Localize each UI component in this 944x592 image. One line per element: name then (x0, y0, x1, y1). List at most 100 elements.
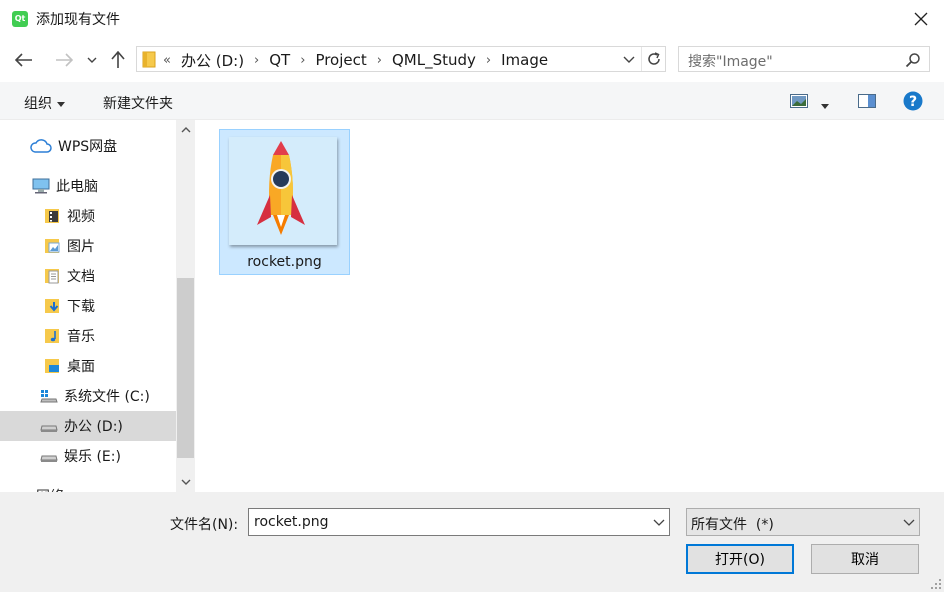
refresh-button[interactable] (641, 47, 665, 71)
back-button[interactable] (12, 48, 36, 72)
open-button[interactable]: 打开(O) (686, 544, 794, 574)
sidebar-item-label: 文档 (67, 269, 95, 285)
chevron-down-icon (623, 56, 635, 63)
scroll-down-button[interactable] (176, 472, 195, 492)
title-bar: Qt 添加现有文件 (0, 0, 944, 38)
view-options-button[interactable] (790, 94, 808, 112)
arrow-right-icon (56, 53, 73, 67)
search-input[interactable]: 搜索"Image" (678, 46, 930, 72)
breadcrumb-image[interactable]: Image (497, 51, 552, 69)
address-history-dropdown[interactable] (619, 49, 639, 69)
downloads-folder-icon (43, 298, 61, 314)
close-icon (914, 12, 928, 26)
sidebar-item-videos[interactable]: 视频 (0, 201, 176, 231)
documents-folder-icon (43, 268, 61, 284)
breadcrumb-qml-study[interactable]: QML_Study (388, 51, 480, 69)
folder-icon (142, 51, 156, 68)
sidebar-item-music[interactable]: 音乐 (0, 321, 176, 351)
view-dropdown-button[interactable] (821, 98, 829, 114)
qt-app-icon: Qt (12, 11, 28, 27)
sidebar-item-label: 系统文件 (C:) (64, 389, 150, 405)
breadcrumb-project[interactable]: Project (311, 51, 370, 69)
drive-icon (40, 448, 58, 464)
sidebar-item-label: 办公 (D:) (64, 419, 123, 435)
system-drive-icon (40, 388, 58, 404)
organize-button[interactable]: 组织 (24, 93, 65, 113)
navigation-pane: WPS网盘 此电脑 视频 图片 文档 下载 音乐 桌面 系统文件 (C:) 办公… (0, 120, 176, 492)
sidebar-item-label: 图片 (67, 239, 95, 255)
file-type-select[interactable]: 所有文件 (*) (686, 508, 920, 536)
sidebar-item-drive-c[interactable]: 系统文件 (C:) (0, 381, 176, 411)
caret-down-icon (821, 103, 829, 109)
sidebar-item-drive-d[interactable]: 办公 (D:) (0, 411, 176, 441)
refresh-icon (647, 52, 660, 65)
preview-pane-button[interactable] (858, 94, 876, 112)
sidebar-scrollbar[interactable] (176, 120, 195, 492)
sidebar-item-drive-e[interactable]: 娱乐 (E:) (0, 441, 176, 471)
sidebar-item-wps-cloud[interactable]: WPS网盘 (0, 131, 176, 161)
sidebar-item-desktop[interactable]: 桌面 (0, 351, 176, 381)
sidebar-item-label: WPS网盘 (58, 139, 118, 155)
file-list-area[interactable]: rocket.png (195, 120, 944, 492)
drive-icon (40, 418, 58, 434)
filename-label: 文件名(N): (170, 517, 239, 533)
forward-button[interactable] (52, 48, 76, 72)
address-bar[interactable]: « 办公 (D:) › QT › Project › QML_Study › I… (136, 46, 666, 72)
breadcrumb-qt[interactable]: QT (265, 51, 294, 69)
chevron-down-icon (181, 479, 190, 485)
breadcrumb-separator[interactable]: › (371, 53, 388, 68)
desktop-folder-icon (43, 358, 61, 374)
recent-locations-button[interactable] (82, 48, 102, 72)
dialog-footer: 文件名(N): rocket.png 所有文件 (*) 打开(O) 取消 (0, 492, 944, 592)
sidebar-item-documents[interactable]: 文档 (0, 261, 176, 291)
sidebar-item-this-pc[interactable]: 此电脑 (0, 171, 176, 201)
breadcrumb-separator[interactable]: › (294, 53, 311, 68)
file-item-rocket[interactable]: rocket.png (219, 129, 350, 275)
sidebar-item-label: 娱乐 (E:) (64, 449, 121, 465)
breadcrumb-drive-d[interactable]: 办公 (D:) (177, 50, 248, 71)
arrow-up-icon (111, 51, 125, 68)
help-button[interactable]: ? (903, 91, 923, 115)
scroll-thumb[interactable] (177, 278, 194, 458)
file-name-label: rocket.png (247, 254, 322, 270)
sidebar-item-label: 视频 (67, 209, 95, 225)
rocket-icon (257, 141, 305, 235)
search-icon (905, 53, 920, 68)
up-button[interactable] (106, 48, 130, 72)
cancel-button[interactable]: 取消 (811, 544, 919, 574)
scroll-up-button[interactable] (176, 120, 195, 140)
new-folder-button[interactable]: 新建文件夹 (103, 93, 173, 113)
close-button[interactable] (898, 0, 944, 38)
breadcrumb-separator[interactable]: › (480, 53, 497, 68)
sidebar-item-downloads[interactable]: 下载 (0, 291, 176, 321)
breadcrumb-overflow[interactable]: « (163, 53, 177, 68)
view-icon (790, 94, 808, 108)
breadcrumb-separator[interactable]: › (248, 53, 265, 68)
svg-text:?: ? (909, 94, 917, 110)
arrow-left-icon (15, 53, 32, 67)
preview-pane-icon (858, 94, 876, 108)
cloud-icon (30, 138, 52, 154)
chevron-down-icon (903, 515, 915, 533)
filename-combobox[interactable]: rocket.png (248, 508, 670, 536)
breadcrumb: « 办公 (D:) › QT › Project › QML_Study › I… (163, 50, 552, 70)
sidebar-item-pictures[interactable]: 图片 (0, 231, 176, 261)
sidebar-item-label: 此电脑 (56, 179, 98, 195)
chevron-up-icon (181, 127, 190, 133)
video-folder-icon (43, 208, 61, 224)
filename-input[interactable]: rocket.png (254, 514, 329, 530)
search-placeholder: 搜索"Image" (688, 54, 773, 70)
chevron-down-icon (653, 519, 665, 526)
computer-icon (32, 178, 50, 194)
sidebar-item-label: 音乐 (67, 329, 95, 345)
filename-dropdown-button[interactable] (653, 515, 665, 533)
chevron-down-icon (87, 57, 97, 63)
resize-grip-icon[interactable] (930, 578, 942, 590)
window-title: 添加现有文件 (36, 12, 120, 28)
sidebar-item-label: 下载 (67, 299, 95, 315)
caret-down-icon (57, 101, 65, 107)
help-icon: ? (903, 91, 923, 111)
file-type-value: 所有文件 (*) (691, 517, 774, 533)
pictures-folder-icon (43, 238, 61, 254)
music-folder-icon (43, 328, 61, 344)
